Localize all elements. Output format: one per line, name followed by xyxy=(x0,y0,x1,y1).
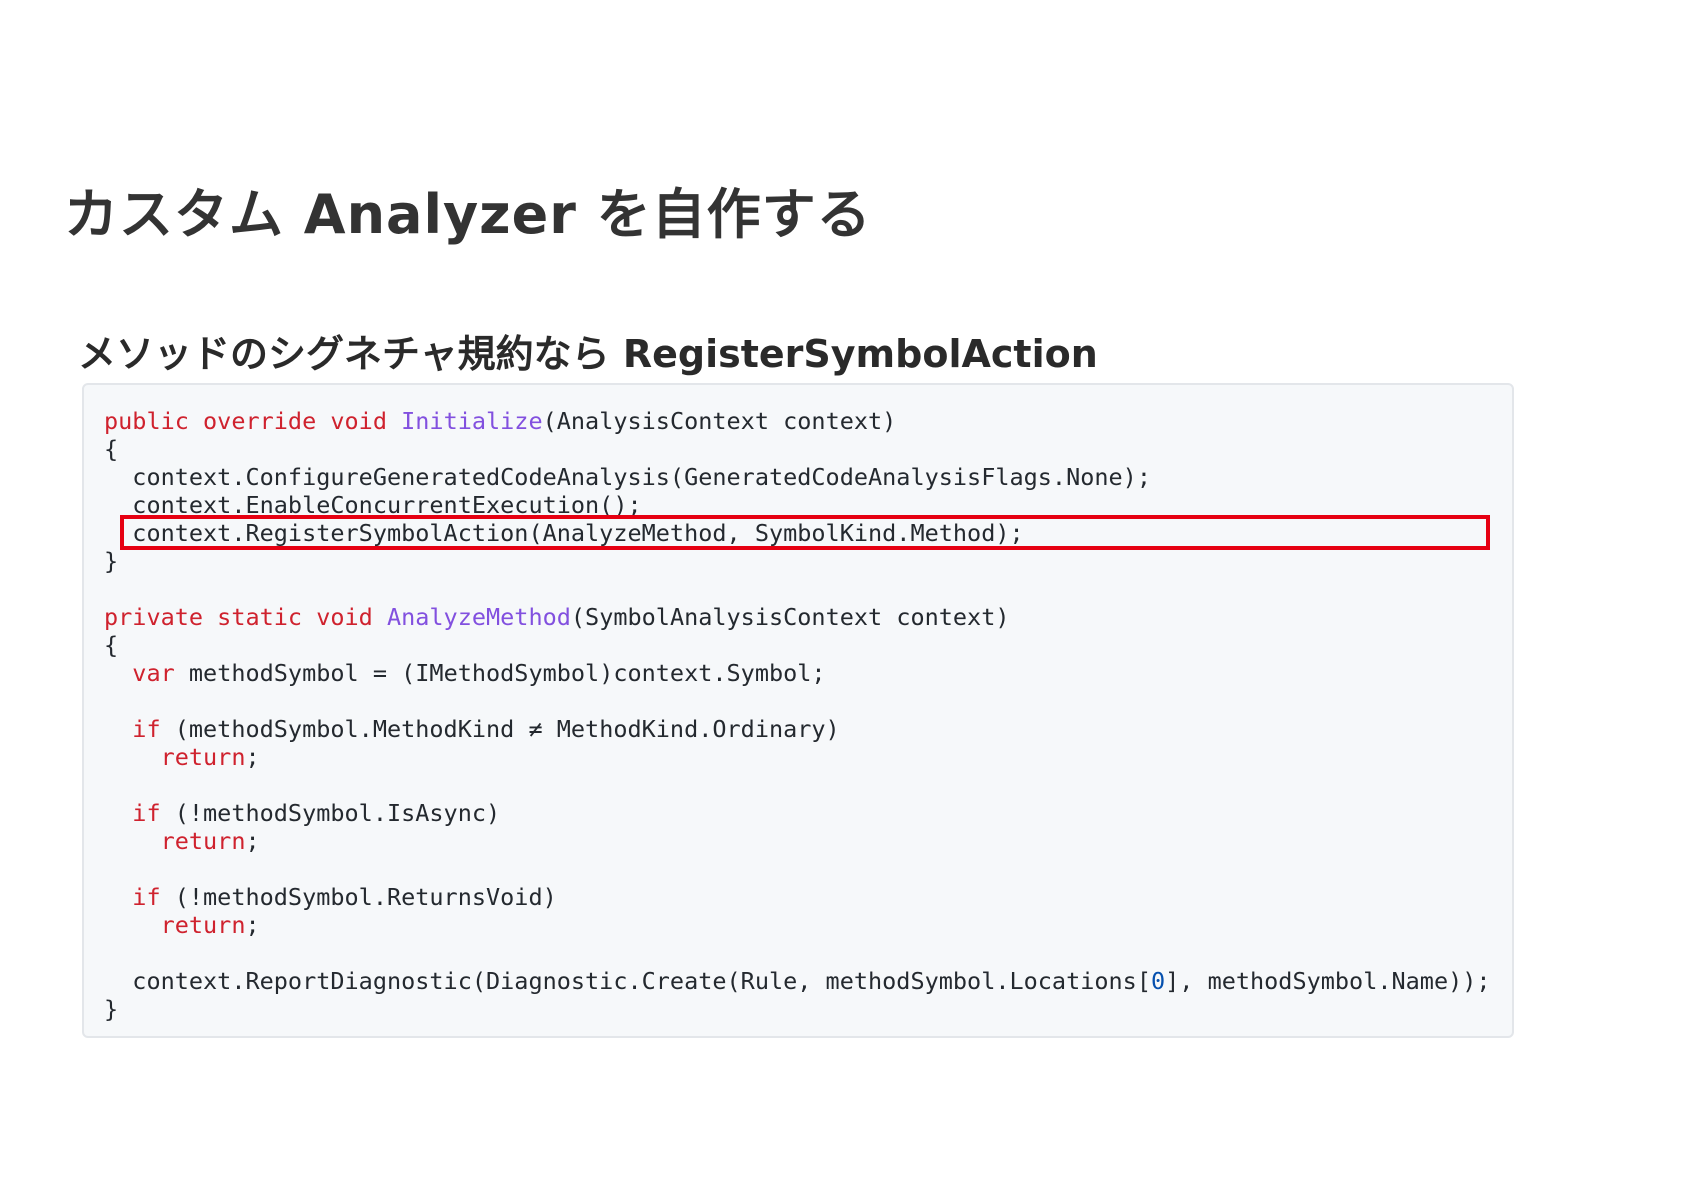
code-line: context.EnableConcurrentExecution(); xyxy=(104,491,1491,519)
code-line: context.ReportDiagnostic(Diagnostic.Crea… xyxy=(104,967,1491,995)
section-heading: メソッドのシグネチャ規約なら RegisterSymbolAction xyxy=(78,332,1098,376)
code-keyword: if xyxy=(132,799,161,827)
code-text: (SymbolAnalysisContext context) xyxy=(570,603,1010,631)
code-text: } xyxy=(104,547,119,575)
code-text: (!methodSymbol.IsAsync) xyxy=(160,799,501,827)
code-line: return; xyxy=(104,911,1491,939)
code-keyword: private static void xyxy=(104,603,387,631)
code-line: if (methodSymbol.MethodKind ≠ MethodKind… xyxy=(104,715,1491,743)
code-line: if (!methodSymbol.ReturnsVoid) xyxy=(104,883,1491,911)
code-keyword: public override void xyxy=(104,407,402,435)
code-text: { xyxy=(104,435,119,463)
code-text: ; xyxy=(245,743,260,771)
code-line: return; xyxy=(104,743,1491,771)
code-line: { xyxy=(104,631,1491,659)
code-line: } xyxy=(104,547,1491,575)
code-keyword: return xyxy=(160,827,246,855)
code-line: private static void AnalyzeMethod(Symbol… xyxy=(104,603,1491,631)
code-line: context.ConfigureGeneratedCodeAnalysis(G… xyxy=(104,463,1491,491)
code-text: (AnalysisContext context) xyxy=(542,407,897,435)
code-block: public override void Initialize(Analysis… xyxy=(82,383,1514,1038)
code-number: 0 xyxy=(1150,967,1166,995)
code-function-name: Initialize xyxy=(401,407,543,435)
code-text: ; xyxy=(245,827,260,855)
code-text: ; xyxy=(245,911,260,939)
code-keyword: if xyxy=(132,715,161,743)
code-line: if (!methodSymbol.IsAsync) xyxy=(104,799,1491,827)
code-text: (methodSymbol.MethodKind ≠ MethodKind.Or… xyxy=(160,715,840,743)
code-line: var methodSymbol = (IMethodSymbol)contex… xyxy=(104,659,1491,687)
code-keyword: return xyxy=(160,743,246,771)
code-keyword: var xyxy=(132,659,175,687)
code-keyword: return xyxy=(160,911,246,939)
code-line: return; xyxy=(104,827,1491,855)
code-text: context.EnableConcurrentExecution(); xyxy=(104,491,642,519)
code-text: } xyxy=(104,995,119,1023)
code-text: context.RegisterSymbolAction(AnalyzeMeth… xyxy=(104,519,1024,547)
slide-title: カスタム Analyzer を自作する xyxy=(64,183,872,246)
code-line: { xyxy=(104,435,1491,463)
code-line: public override void Initialize(Analysis… xyxy=(104,407,1491,435)
code-text: (!methodSymbol.ReturnsVoid) xyxy=(160,883,557,911)
code-keyword: if xyxy=(132,883,161,911)
code-function-name: AnalyzeMethod xyxy=(386,603,571,631)
code-line: } xyxy=(104,995,1491,1023)
code-lines: public override void Initialize(Analysis… xyxy=(104,407,1491,1023)
code-text: ], methodSymbol.Name)); xyxy=(1165,967,1491,995)
code-text: methodSymbol = (IMethodSymbol)context.Sy… xyxy=(174,659,826,687)
highlighted-code-line: context.RegisterSymbolAction(AnalyzeMeth… xyxy=(104,519,1491,547)
code-text: context.ReportDiagnostic(Diagnostic.Crea… xyxy=(104,967,1151,995)
code-text: context.ConfigureGeneratedCodeAnalysis(G… xyxy=(104,463,1151,491)
code-text: { xyxy=(104,631,119,659)
